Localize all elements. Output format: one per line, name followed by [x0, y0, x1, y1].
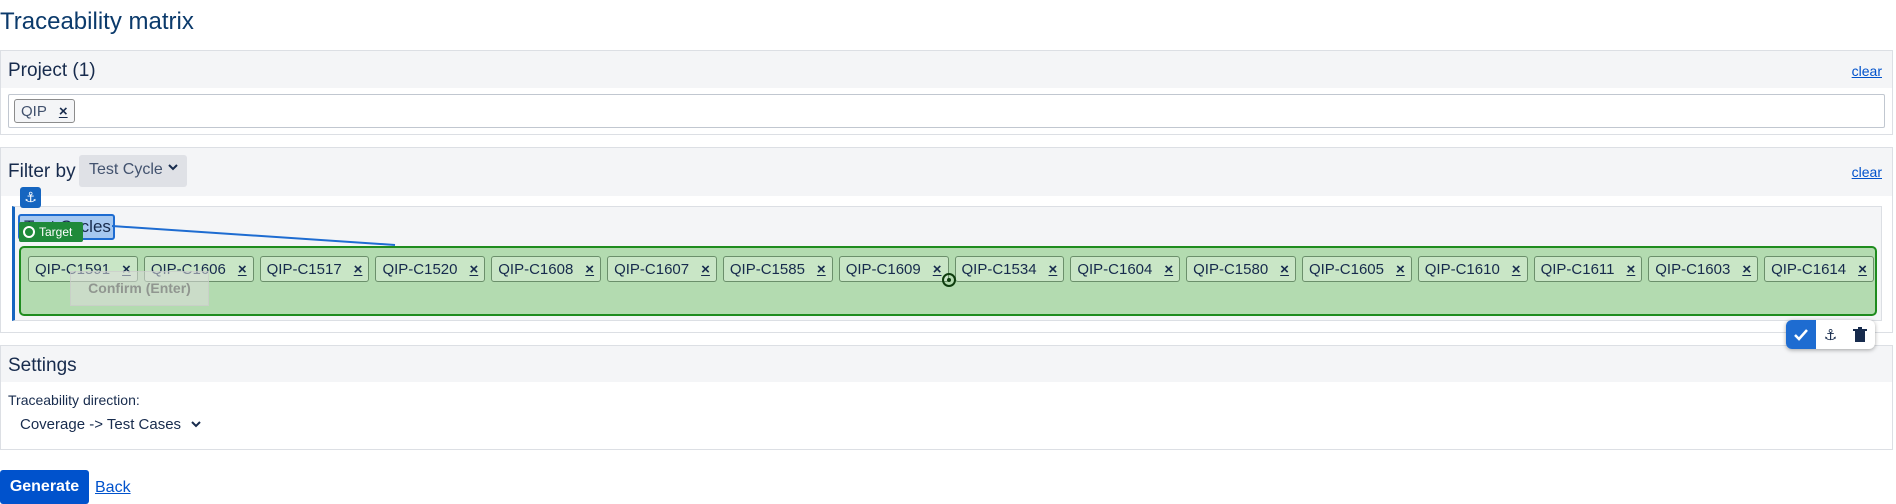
- remove-tag-icon[interactable]: ×: [354, 261, 363, 278]
- anchor-icon[interactable]: ⚓: [20, 187, 41, 208]
- tag-label: QIP-C1609: [845, 260, 921, 278]
- settings-panel-header: Settings: [1, 346, 1892, 382]
- test-cycle-tag: QIP-C1614 ×: [1764, 256, 1874, 282]
- direction-value: Coverage -> Test Cases: [20, 416, 182, 433]
- anchor-icon[interactable]: ⚓: [1816, 320, 1846, 349]
- test-cycle-tag: QIP-C1607 ×: [607, 256, 717, 282]
- page-title: Traceability matrix: [0, 8, 194, 35]
- tag-label: QIP-C1517: [266, 260, 342, 278]
- chevron-down-icon: [168, 160, 178, 177]
- tag-label: QIP-C1585: [729, 260, 805, 278]
- test-cycle-tag: QIP-C1580 ×: [1186, 256, 1296, 282]
- test-cycle-tag: QIP-C1603 ×: [1648, 256, 1759, 282]
- check-icon[interactable]: [1786, 320, 1816, 349]
- project-panel: Project (1) clear QIP ×: [0, 50, 1893, 135]
- remove-tag-icon[interactable]: ×: [1164, 261, 1173, 278]
- settings-panel-title: Settings: [8, 355, 77, 376]
- filter-label: Filter by: [8, 161, 76, 182]
- target-icon: [23, 226, 35, 238]
- remove-tag-icon[interactable]: ×: [1742, 261, 1751, 278]
- test-cycle-tag: QIP-C1604 ×: [1070, 256, 1181, 282]
- tag-label: QIP-C1607: [614, 260, 690, 278]
- filter-type-select[interactable]: Test Cycle: [79, 155, 187, 187]
- chevron-down-icon: [188, 418, 202, 432]
- remove-tag-icon[interactable]: ×: [585, 261, 594, 278]
- back-link[interactable]: Back: [95, 479, 131, 497]
- tag-label: QIP-C1614: [1771, 260, 1847, 278]
- remove-tag-icon[interactable]: ×: [701, 261, 710, 278]
- project-input[interactable]: QIP ×: [8, 94, 1885, 128]
- remove-tag-icon[interactable]: ×: [238, 261, 247, 278]
- project-tag: QIP ×: [14, 99, 75, 123]
- tag-label: QIP-C1534: [961, 260, 1037, 278]
- remove-tag-icon[interactable]: ×: [1049, 261, 1058, 278]
- test-cycle-tag: QIP-C1605 ×: [1301, 256, 1412, 282]
- remove-tag-icon[interactable]: ×: [817, 261, 826, 278]
- test-cycle-tag: QIP-C1608 ×: [491, 256, 602, 282]
- crosshair-icon: [942, 273, 956, 287]
- target-badge: Target: [19, 222, 83, 242]
- tag-label: QIP-C1520: [382, 260, 458, 278]
- tag-label: QIP-C1580: [1193, 260, 1269, 278]
- tag-label: QIP-C1604: [1077, 260, 1153, 278]
- tag-label: QIP-C1608: [498, 260, 574, 278]
- remove-tag-icon[interactable]: ×: [1627, 261, 1636, 278]
- tag-label: QIP-C1603: [1655, 260, 1731, 278]
- remove-tag-icon[interactable]: ×: [1280, 261, 1289, 278]
- remove-tag-icon[interactable]: ×: [1512, 261, 1521, 278]
- test-cycle-tag: QIP-C1520 ×: [375, 256, 486, 282]
- settings-panel: Settings Traceability direction: Coverag…: [0, 345, 1893, 450]
- tag-label: QIP-C1605: [1308, 260, 1384, 278]
- project-panel-title: Project (1): [8, 60, 96, 81]
- target-label: Target: [39, 225, 73, 239]
- project-clear-link[interactable]: clear: [1852, 63, 1882, 79]
- confirm-tooltip: Confirm (Enter): [70, 271, 209, 306]
- test-cycle-tag: QIP-C1609 ×: [838, 256, 949, 282]
- generate-button[interactable]: Generate: [0, 470, 89, 504]
- remove-tag-icon[interactable]: ×: [59, 103, 68, 120]
- trash-icon[interactable]: [1845, 320, 1875, 349]
- test-cycle-tag: QIP-C1534 ×: [954, 256, 1065, 282]
- tag-label: QIP-C1611: [1540, 260, 1615, 278]
- test-cycle-tag: QIP-C1610 ×: [1417, 256, 1528, 282]
- test-cycle-tag: QIP-C1585 ×: [722, 256, 833, 282]
- annotation-actions: ⚓: [1786, 320, 1875, 349]
- project-tag-label: QIP: [21, 102, 47, 120]
- filter-clear-link[interactable]: clear: [1852, 164, 1882, 180]
- tag-label: QIP-C1610: [1424, 260, 1500, 278]
- filter-panel-header: Filter by Test Cycle clear: [1, 148, 1892, 196]
- remove-tag-icon[interactable]: ×: [933, 261, 942, 278]
- direction-select[interactable]: Coverage -> Test Cases: [20, 416, 202, 433]
- remove-tag-icon[interactable]: ×: [469, 261, 478, 278]
- test-cycle-tag: QIP-C1611 ×: [1533, 256, 1643, 282]
- remove-tag-icon[interactable]: ×: [1396, 261, 1405, 278]
- test-cycle-tag: QIP-C1517 ×: [259, 256, 370, 282]
- project-panel-header: Project (1) clear: [1, 51, 1892, 88]
- filter-type-value: Test Cycle: [89, 161, 163, 178]
- remove-tag-icon[interactable]: ×: [1858, 261, 1867, 278]
- direction-label: Traceability direction:: [8, 392, 140, 408]
